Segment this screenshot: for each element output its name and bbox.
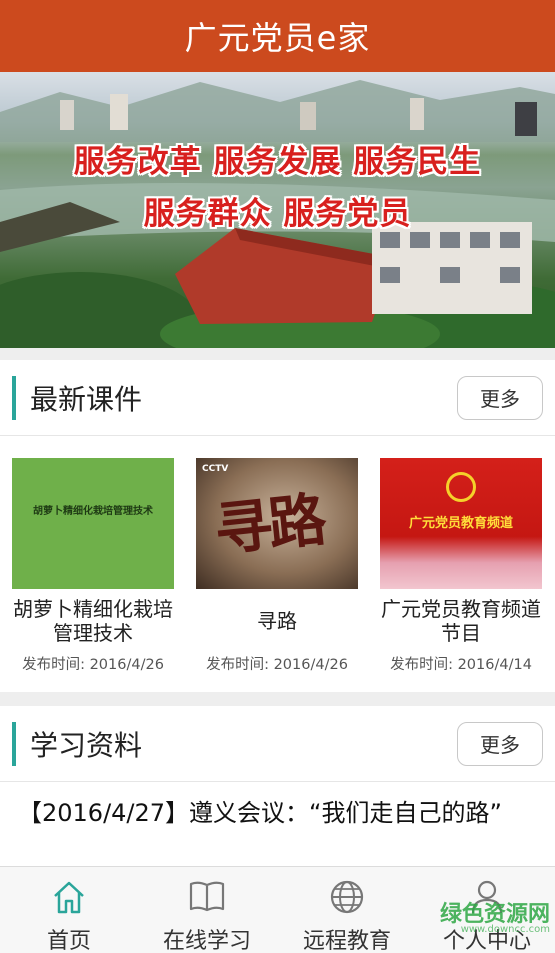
more-materials-button[interactable]: 更多	[457, 721, 543, 766]
study-materials-header: 学习资料 更多	[0, 706, 555, 782]
section-title: 学习资料	[30, 728, 143, 762]
course-list: 胡萝卜精细化栽培管理技术 胡萝卜精细化栽培管理技术 发布时间: 2016/4/2…	[0, 436, 555, 692]
home-icon	[54, 881, 84, 914]
course-thumbnail[interactable]: 广元党员教育频道	[380, 458, 542, 589]
course-thumbnail[interactable]: CCTV 寻路	[196, 458, 358, 589]
course-title[interactable]: 胡萝卜精细化栽培管理技术	[12, 597, 174, 645]
tab-label: 在线学习	[162, 929, 251, 953]
course-date: 发布时间: 2016/4/26	[22, 657, 164, 673]
study-list: 【2016/4/27】遵义会议：“我们走自己的路”	[0, 782, 555, 876]
study-item[interactable]: 【2016/4/27】遵义会议：“我们走自己的路”	[18, 796, 535, 830]
course-title[interactable]: 广元党员教育频道节目	[380, 597, 542, 645]
app-header: 广元党员e家	[0, 0, 555, 72]
course-thumbnail[interactable]: 胡萝卜精细化栽培管理技术	[12, 458, 174, 589]
study-materials-section: 学习资料 更多 【2016/4/27】遵义会议：“我们走自己的路”	[0, 706, 555, 876]
course-title[interactable]: 寻路	[196, 597, 358, 645]
globe-icon	[330, 880, 364, 914]
course-card[interactable]: 广元党员教育频道 广元党员教育频道节目 发布时间: 2016/4/14	[380, 458, 542, 674]
watermark-url: www.downcc.com	[460, 924, 550, 935]
app-title: 广元党员e家	[184, 19, 371, 57]
banner-image[interactable]: 服务改革 服务发展 服务民生 服务群众 服务党员	[0, 72, 555, 348]
tab-home[interactable]: 首页	[0, 867, 138, 953]
party-emblem-icon	[446, 472, 476, 502]
thumbnail-calligraphy: 寻路	[211, 485, 326, 565]
latest-courses-header: 最新课件 更多	[0, 360, 555, 436]
course-date: 发布时间: 2016/4/26	[206, 657, 348, 673]
book-icon	[189, 881, 225, 912]
section-accent-bar	[12, 375, 16, 420]
latest-courses-section: 最新课件 更多 胡萝卜精细化栽培管理技术 胡萝卜精细化栽培管理技术 发布时间: …	[0, 360, 555, 692]
course-date: 发布时间: 2016/4/14	[390, 657, 532, 673]
banner-slogan-line2: 服务群众 服务党员	[143, 196, 412, 232]
tab-label: 首页	[46, 929, 91, 953]
course-card[interactable]: 胡萝卜精细化栽培管理技术 胡萝卜精细化栽培管理技术 发布时间: 2016/4/2…	[12, 458, 174, 674]
tab-label: 远程教育	[302, 929, 391, 953]
thumbnail-caption: 胡萝卜精细化栽培管理技术	[33, 506, 153, 517]
section-title: 最新课件	[30, 382, 143, 416]
course-card[interactable]: CCTV 寻路 寻路 发布时间: 2016/4/26	[196, 458, 358, 674]
banner-slogan-line1: 服务改革 服务发展 服务民生	[73, 144, 482, 180]
cctv-logo: CCTV	[202, 464, 229, 474]
tab-remote-education[interactable]: 远程教育	[278, 867, 416, 953]
tab-online-learning[interactable]: 在线学习	[138, 867, 276, 953]
section-accent-bar	[12, 721, 16, 766]
thumbnail-caption: 广元党员教育频道	[408, 516, 513, 531]
more-courses-button[interactable]: 更多	[457, 375, 543, 420]
